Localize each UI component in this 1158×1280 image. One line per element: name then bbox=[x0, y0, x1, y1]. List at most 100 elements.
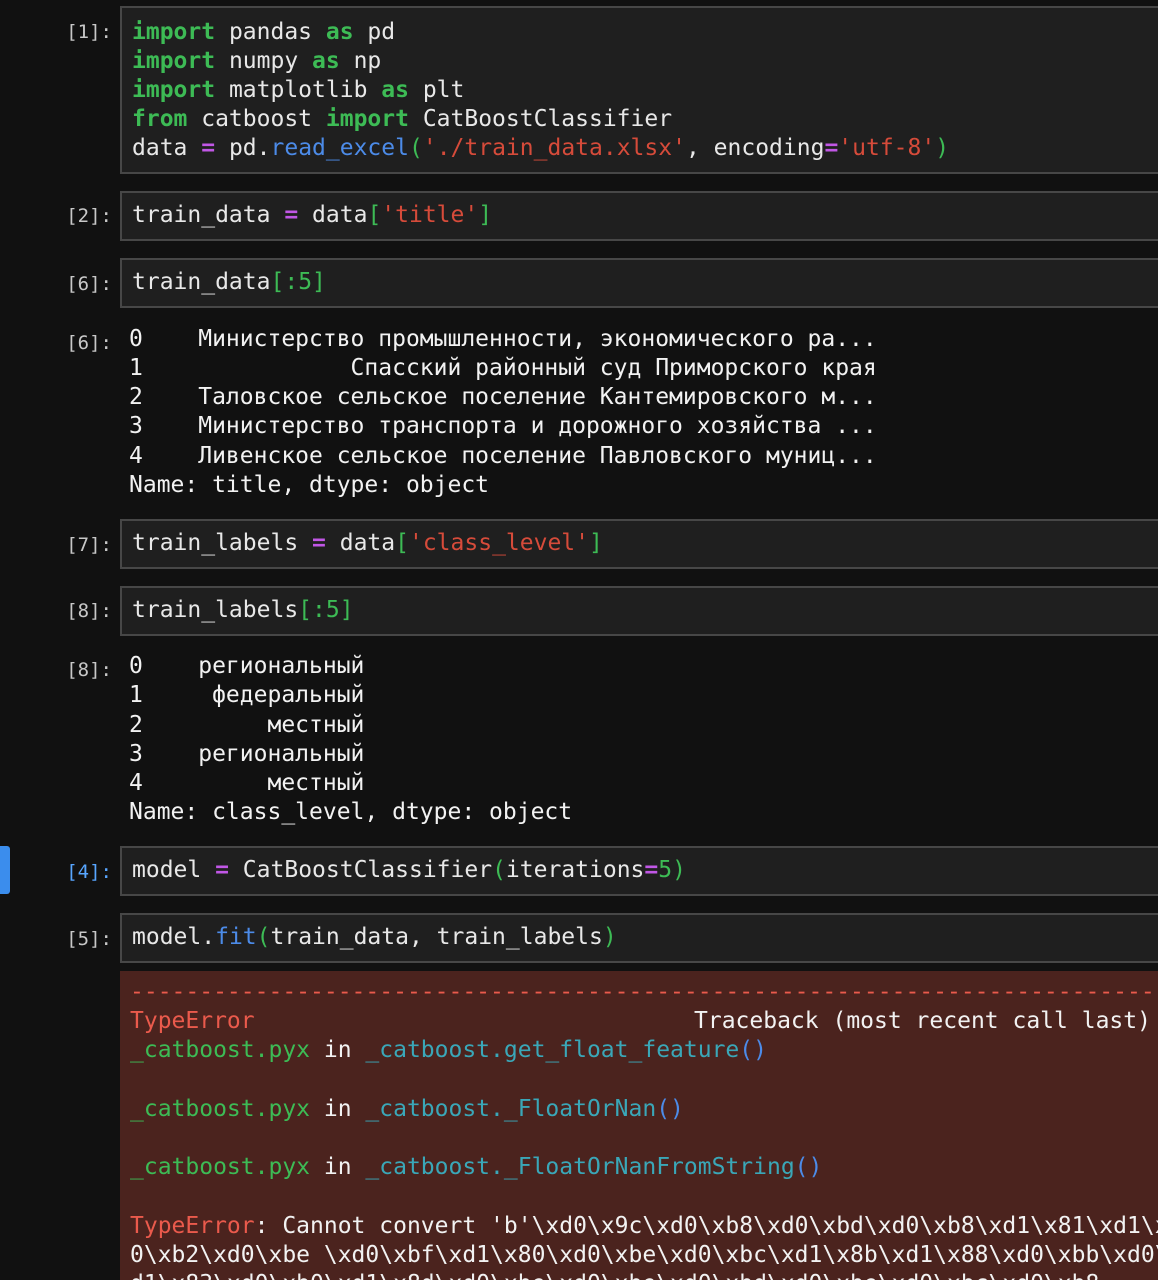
output-line: 0 Министерство промышленности, экономиче… bbox=[129, 326, 877, 352]
punctuation: ) bbox=[935, 135, 950, 161]
keyword: import bbox=[132, 77, 216, 103]
output-line: 4 Ливенское сельское поселение Павловско… bbox=[129, 443, 877, 469]
error-output: ----------------------------------------… bbox=[120, 971, 1158, 1280]
traceback-frame: _catboost.pyx in _catboost._FloatOrNan() bbox=[130, 1095, 684, 1124]
code-line: model = CatBoostClassifier(iterations=5) bbox=[132, 856, 686, 885]
punctuation: ( bbox=[492, 857, 506, 883]
traceback-label: Traceback (most recent call last) bbox=[694, 1008, 1151, 1034]
operator: = bbox=[312, 530, 326, 556]
identifier: data bbox=[132, 135, 202, 161]
frame-parens: () bbox=[739, 1037, 767, 1063]
punctuation: ( bbox=[256, 924, 271, 950]
output-line: Name: title, dtype: object bbox=[129, 472, 490, 498]
identifier: , encoding bbox=[685, 135, 825, 161]
code-cell[interactable]: train_data[:5] bbox=[120, 258, 1158, 308]
identifier: data bbox=[325, 530, 396, 556]
keyword: from bbox=[132, 106, 188, 132]
code-line: import numpy as np bbox=[132, 47, 381, 76]
operator: = bbox=[644, 857, 659, 883]
keyword: as bbox=[312, 48, 340, 74]
punctuation: [: bbox=[270, 269, 299, 295]
notebook: [1]: import pandas as pd import numpy as… bbox=[0, 0, 1158, 1280]
output-line: 4 местный bbox=[129, 770, 365, 796]
output-line: 3 региональный bbox=[129, 741, 365, 767]
punctuation: ] bbox=[312, 269, 326, 295]
code-line: model.fit(train_data, train_labels) bbox=[132, 923, 617, 952]
code-cell[interactable]: train_labels = data['class_level'] bbox=[120, 519, 1158, 569]
code-line: train_data = data['title'] bbox=[132, 201, 492, 230]
frame-file: _catboost.pyx bbox=[130, 1154, 311, 1180]
identifier: data bbox=[298, 202, 368, 228]
code-line: import matplotlib as plt bbox=[132, 76, 464, 105]
keyword: import bbox=[325, 106, 409, 132]
final-error-text: : Cannot convert 'b'\xd0\x9c\xd0\xb8\xd0… bbox=[254, 1213, 1158, 1239]
code-cell[interactable]: model = CatBoostClassifier(iterations=5) bbox=[120, 846, 1158, 896]
identifier: CatBoostClassifier bbox=[228, 857, 493, 883]
cell-prompt: [6]: bbox=[66, 273, 112, 295]
output-line: 2 Таловское сельское поселение Кантемиро… bbox=[129, 384, 877, 410]
output-line: 2 местный bbox=[129, 712, 365, 738]
frame-file: _catboost.pyx bbox=[130, 1037, 311, 1063]
identifier: numpy bbox=[215, 48, 313, 74]
punctuation: [: bbox=[298, 597, 326, 623]
punctuation: [ bbox=[367, 202, 382, 228]
operator: = bbox=[201, 135, 216, 161]
operator: = bbox=[824, 135, 839, 161]
cell-prompt: [8]: bbox=[66, 600, 112, 622]
operator: = bbox=[215, 857, 229, 883]
output-prompt: [6]: bbox=[66, 332, 112, 354]
identifier: plt bbox=[408, 77, 465, 103]
frame-function: _catboost._FloatOrNanFromString bbox=[365, 1154, 795, 1180]
identifier: pandas bbox=[215, 19, 326, 45]
output-line: 3 Министерство транспорта и дорожного хо… bbox=[129, 413, 877, 439]
identifier: CatBoostClassifier bbox=[408, 106, 673, 132]
identifier: catboost bbox=[187, 106, 326, 132]
identifier: np bbox=[339, 48, 382, 74]
identifier: train_labels bbox=[132, 530, 313, 556]
function-name: read_excel bbox=[270, 135, 409, 161]
error-type: TypeError bbox=[130, 1008, 255, 1034]
code-cell[interactable]: train_data = data['title'] bbox=[120, 191, 1158, 241]
function-name: fit bbox=[215, 924, 257, 950]
cell-prompt: [5]: bbox=[66, 928, 112, 950]
output-line: Name: class_level, dtype: object bbox=[129, 799, 573, 825]
frame-parens: () bbox=[656, 1096, 684, 1122]
error-separator: ----------------------------------------… bbox=[130, 979, 1158, 1005]
identifier: iterations bbox=[505, 857, 645, 883]
string-literal: 'utf-8' bbox=[838, 135, 936, 161]
identifier: pd. bbox=[215, 135, 271, 161]
keyword: import bbox=[132, 19, 216, 45]
keyword: as bbox=[381, 77, 409, 103]
punctuation: [ bbox=[395, 530, 409, 556]
traceback-frame: _catboost.pyx in _catboost._FloatOrNanFr… bbox=[130, 1153, 822, 1182]
identifier: matplotlib bbox=[215, 77, 382, 103]
identifier: train_data bbox=[132, 202, 285, 228]
code-line: train_labels = data['class_level'] bbox=[132, 529, 603, 558]
cell-prompt: [2]: bbox=[66, 205, 112, 227]
frame-function: _catboost.get_float_feature bbox=[365, 1037, 740, 1063]
code-line: data = pd.read_excel('./train_data.xlsx'… bbox=[132, 134, 949, 163]
string-literal: './train_data.xlsx' bbox=[422, 135, 686, 161]
punctuation: ] bbox=[589, 530, 603, 556]
punctuation: ) bbox=[602, 924, 617, 950]
frame-file: _catboost.pyx bbox=[130, 1096, 311, 1122]
frame-in: in bbox=[310, 1096, 366, 1122]
code-line: train_data[:5] bbox=[132, 268, 326, 297]
error-message-continuation: d1\x83\xd0\xb0\xd1\x8d\xd0\xbe\xd0\xbe\x… bbox=[130, 1270, 1099, 1280]
number-literal: 5 bbox=[298, 269, 313, 295]
output-line: 1 Спасский районный суд Приморского края bbox=[129, 355, 877, 381]
code-cell[interactable]: import pandas as pd import numpy as np i… bbox=[120, 6, 1158, 174]
code-cell[interactable]: train_labels[:5] bbox=[120, 586, 1158, 636]
traceback-frame: _catboost.pyx in _catboost.get_float_fea… bbox=[130, 1036, 767, 1065]
string-literal: 'title' bbox=[381, 202, 479, 228]
error-message: TypeError: Cannot convert 'b'\xd0\x9c\xd… bbox=[130, 1212, 1158, 1241]
cell-prompt: [1]: bbox=[66, 21, 112, 43]
number-literal: 5 bbox=[658, 857, 673, 883]
code-cell[interactable]: model.fit(train_data, train_labels) bbox=[120, 913, 1158, 963]
cell-prompt: [7]: bbox=[66, 534, 112, 556]
frame-in: in bbox=[310, 1154, 366, 1180]
code-line: from catboost import CatBoostClassifier bbox=[132, 105, 672, 134]
keyword: as bbox=[325, 19, 354, 45]
punctuation: ) bbox=[672, 857, 686, 883]
final-error-type: TypeError bbox=[130, 1213, 255, 1239]
